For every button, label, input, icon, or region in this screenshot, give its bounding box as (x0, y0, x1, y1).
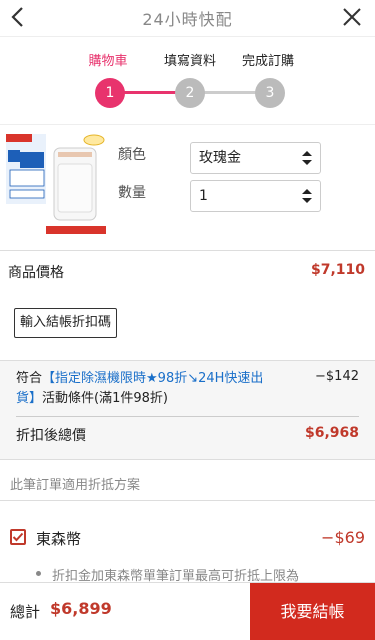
checkout-bar: 總計 $6,899 我要結帳 (0, 582, 375, 640)
quantity-select-value: 1 (199, 188, 208, 204)
step-label-complete: 完成訂購 (241, 54, 294, 69)
promotion-box: 符合【指定除濕機限時★98折↘24H快速出貨】活動條件(滿1件98折) −$14… (0, 360, 375, 460)
divider (0, 124, 375, 125)
divider (16, 416, 359, 417)
product-item: 顏色 玫瑰金 數量 1 (0, 128, 375, 250)
bullet (36, 571, 41, 576)
discounted-total-value: $6,968 (304, 425, 359, 441)
points-checkbox[interactable] (10, 529, 26, 545)
select-arrows-icon (302, 151, 312, 165)
discounted-total-label: 折扣後總價 (16, 428, 86, 444)
offset-section-title: 此筆訂單適用折抵方案 (10, 478, 141, 493)
item-price-label: 商品價格 (8, 265, 64, 281)
total-value: $6,899 (50, 599, 112, 618)
color-label: 顏色 (118, 147, 146, 163)
step-label-fill-info: 填寫資料 (163, 54, 216, 69)
points-label: 東森幣 (36, 530, 82, 548)
promotion-description: 符合【指定除濕機限時★98折↘24H快速出貨】活動條件(滿1件98折) (16, 369, 266, 409)
header-bar: 24小時快配 (0, 0, 375, 36)
promotion-discount: −$142 (315, 369, 359, 384)
step-label-cart: 購物車 (88, 54, 128, 69)
promotion-condition: 活動條件(滿1件98折) (42, 391, 168, 406)
total-label: 總計 (10, 603, 41, 621)
checkout-steps: 購物車 填寫資料 完成訂購 1 2 3 (0, 36, 375, 122)
step-circle-1: 1 (95, 78, 125, 108)
enter-coupon-button[interactable]: 輸入結帳折扣碼 (14, 308, 118, 338)
select-arrows-icon (302, 189, 312, 203)
close-icon[interactable] (339, 4, 365, 30)
quantity-label: 數量 (118, 185, 146, 201)
check-icon (12, 532, 24, 542)
item-price-value: $7,110 (310, 262, 365, 278)
checkout-button[interactable]: 我要結帳 (250, 583, 375, 640)
product-thumbnail[interactable] (6, 130, 110, 238)
divider (0, 500, 375, 501)
color-select[interactable]: 玫瑰金 (190, 142, 321, 174)
color-select-value: 玫瑰金 (199, 150, 241, 166)
step-circle-2: 2 (175, 78, 205, 108)
page-title: 24小時快配 (142, 10, 233, 29)
step-circle-3: 3 (255, 78, 285, 108)
promotion-prefix: 符合 (16, 371, 43, 386)
quantity-select[interactable]: 1 (190, 180, 321, 212)
divider (0, 250, 375, 251)
points-discount: −$69 (321, 528, 365, 547)
